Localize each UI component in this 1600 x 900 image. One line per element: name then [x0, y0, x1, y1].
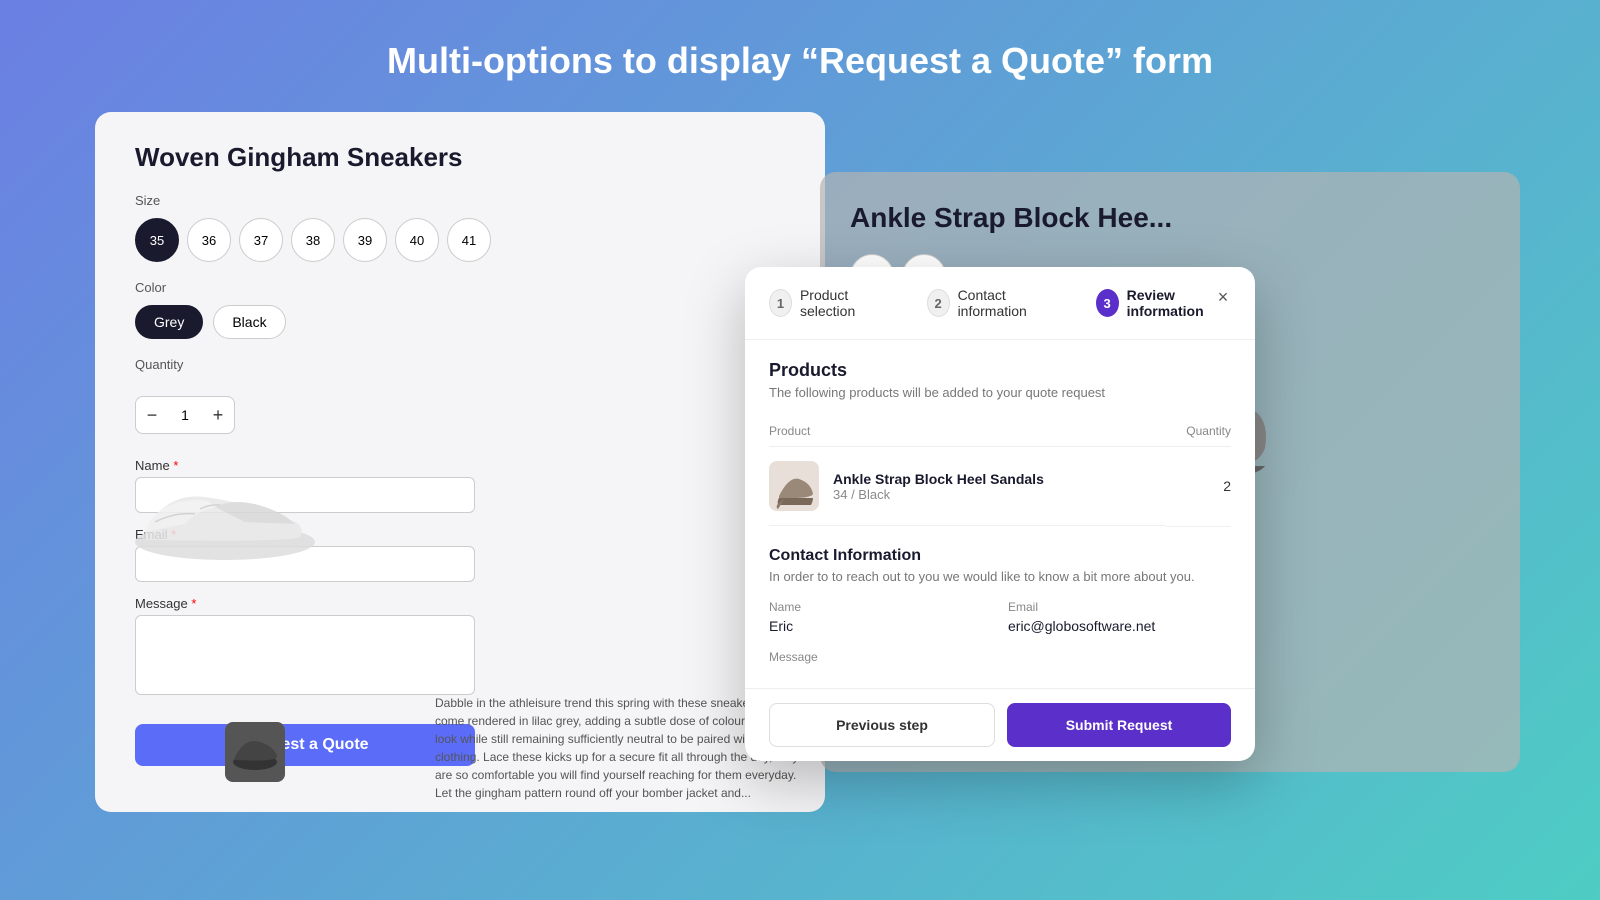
product-name: Ankle Strap Block Heel Sandals: [833, 471, 1044, 487]
thumbnail-1[interactable]: [225, 722, 285, 782]
size-btn-40[interactable]: 40: [395, 218, 439, 262]
size-btn-37[interactable]: 37: [239, 218, 283, 262]
previous-step-button[interactable]: Previous step: [769, 703, 995, 747]
product-variant: 34 / Black: [833, 487, 1044, 502]
contact-grid: Name Eric Email eric@globosoftware.net: [769, 600, 1231, 634]
thumbnail-row: [225, 722, 285, 782]
submit-request-button[interactable]: Submit Request: [1007, 703, 1231, 747]
contact-name-block: Name Eric: [769, 600, 992, 634]
size-btn-38[interactable]: 38: [291, 218, 335, 262]
product-col-header: Product: [769, 416, 1166, 447]
contact-name-value: Eric: [769, 618, 992, 634]
contact-name-label: Name: [769, 600, 992, 614]
quantity-label: Quantity: [135, 357, 785, 372]
step-2-item[interactable]: 2 Contact information: [927, 287, 1056, 319]
step-1-circle: 1: [769, 289, 792, 317]
message-field: Message *: [135, 596, 785, 700]
contact-email-label: Email: [1008, 600, 1231, 614]
size-options: 35 36 37 38 39 40 41: [135, 218, 785, 262]
contact-email-block: Email eric@globosoftware.net: [1008, 600, 1231, 634]
contact-email-value: eric@globosoftware.net: [1008, 618, 1231, 634]
table-row: Ankle Strap Block Heel Sandals 34 / Blac…: [769, 447, 1231, 527]
step-2-circle: 2: [927, 289, 950, 317]
product-quantity: 2: [1166, 447, 1231, 527]
contact-section-title: Contact Information: [769, 547, 1231, 565]
heel-product-title: Ankle Strap Block Hee...: [820, 172, 1520, 234]
products-table: Product Quantity: [769, 416, 1231, 527]
size-btn-41[interactable]: 41: [447, 218, 491, 262]
quantity-increment[interactable]: +: [202, 397, 234, 433]
quantity-value: 1: [168, 407, 202, 423]
product-info: Ankle Strap Block Heel Sandals 34 / Blac…: [819, 471, 1044, 502]
message-textarea[interactable]: [135, 615, 475, 695]
size-label: Size: [135, 193, 785, 208]
modal-stepper: 1 Product selection 2 Contact informatio…: [745, 267, 1255, 340]
contact-section-subtitle: In order to to reach out to you we would…: [769, 569, 1231, 584]
modal-close-button[interactable]: ×: [1209, 283, 1237, 311]
products-section-title: Products: [769, 360, 1231, 381]
cards-area: Woven Gingham Sneakers Size 35 36 37 38 …: [0, 112, 1600, 832]
modal-body: Products The following products will be …: [745, 340, 1255, 688]
review-modal: 1 Product selection 2 Contact informatio…: [745, 267, 1255, 761]
color-btn-grey[interactable]: Grey: [135, 305, 203, 339]
quantity-col-header: Quantity: [1166, 416, 1231, 447]
step-2-label: Contact information: [958, 287, 1056, 319]
sneaker-illustration: [125, 452, 325, 577]
step-1-label: Product selection: [800, 287, 887, 319]
products-section-subtitle: The following products will be added to …: [769, 385, 1231, 400]
quantity-control: − 1 +: [135, 396, 235, 434]
product-cell: Ankle Strap Block Heel Sandals 34 / Blac…: [769, 447, 1166, 526]
product-thumbnail: [769, 461, 819, 511]
size-btn-39[interactable]: 39: [343, 218, 387, 262]
message-label: Message *: [135, 596, 785, 611]
contact-message-label: Message: [769, 650, 1231, 664]
modal-footer: Previous step Submit Request: [745, 688, 1255, 761]
sneakers-product-card: Woven Gingham Sneakers Size 35 36 37 38 …: [95, 112, 825, 812]
size-btn-35[interactable]: 35: [135, 218, 179, 262]
color-options: Grey Black: [135, 305, 785, 339]
page-title: Multi-options to display “Request a Quot…: [0, 0, 1600, 112]
color-label: Color: [135, 280, 785, 295]
contact-section: Contact Information In order to to reach…: [769, 547, 1231, 664]
sneakers-product-title: Woven Gingham Sneakers: [135, 142, 785, 173]
size-btn-36[interactable]: 36: [187, 218, 231, 262]
color-btn-black[interactable]: Black: [213, 305, 285, 339]
step-3-circle: 3: [1096, 289, 1119, 317]
request-quote-button[interactable]: Request a Quote: [135, 724, 475, 766]
step-1-item[interactable]: 1 Product selection: [769, 287, 887, 319]
quantity-decrement[interactable]: −: [136, 397, 168, 433]
